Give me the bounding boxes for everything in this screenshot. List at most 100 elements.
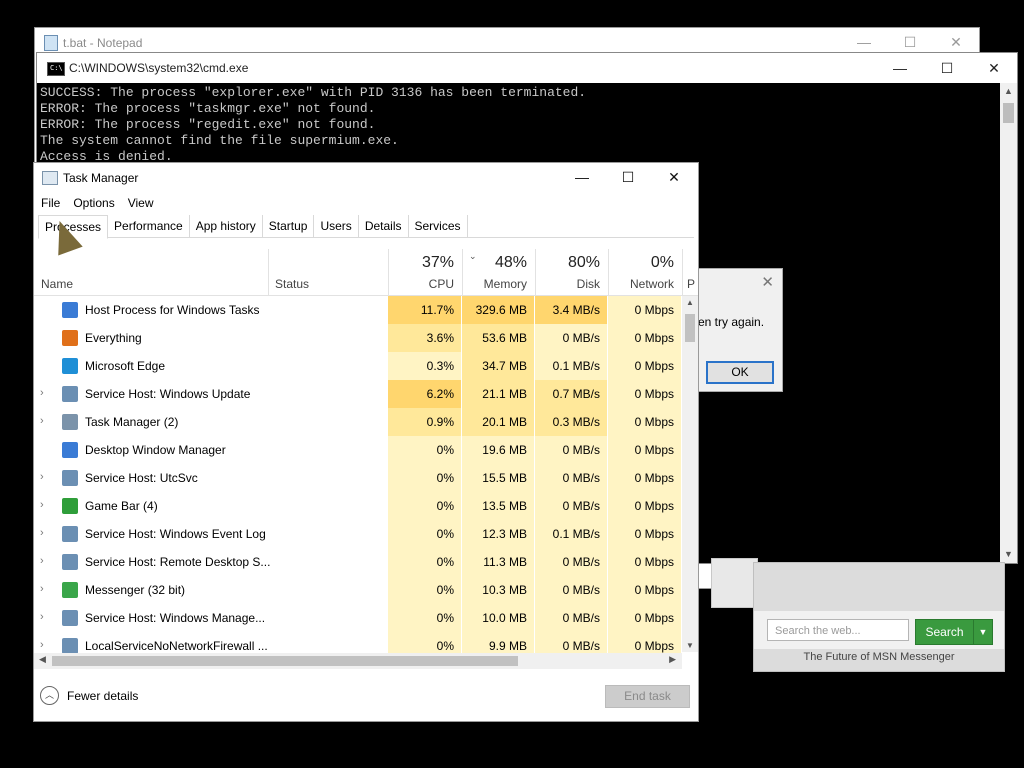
network-column-header[interactable]: 0% Network — [608, 249, 682, 295]
msn-messenger-panel[interactable]: Search the web... Search ▼ The Future of… — [753, 562, 1005, 672]
memory-value: 34.7 MB — [462, 352, 534, 380]
process-list[interactable]: Host Process for Windows Tasks 11.7% 329.6… — [34, 296, 684, 660]
expand-chevron-icon[interactable]: › — [40, 583, 44, 595]
table-row[interactable]: › Service Host: Windows Update 6.2% 21.1 MB… — [34, 380, 684, 408]
memory-value: 10.3 MB — [462, 576, 534, 604]
console-output[interactable]: SUCCESS: The process "explorer.exe" with… — [40, 85, 586, 165]
scroll-thumb[interactable] — [685, 314, 695, 342]
table-row[interactable]: › Service Host: Windows Event Log 0% 12.3 M… — [34, 520, 684, 548]
taskmanager-icon — [42, 171, 58, 185]
menu-view[interactable]: View — [121, 191, 160, 210]
process-name: Everything — [85, 331, 142, 345]
cmd-scrollbar[interactable]: ▲ ▼ — [1000, 83, 1017, 563]
memory-value: 53.6 MB — [462, 324, 534, 352]
scroll-left-arrow-icon[interactable]: ◀ — [39, 654, 46, 665]
expand-chevron-icon[interactable]: › — [40, 415, 44, 427]
expand-chevron-icon[interactable]: › — [40, 499, 44, 511]
expand-chevron-icon[interactable]: › — [40, 639, 44, 651]
table-row[interactable]: › Service Host: Remote Desktop S... 0% 11.3… — [34, 548, 684, 576]
maximize-button[interactable]: ☐ — [924, 53, 970, 83]
name-column-header[interactable]: Name — [34, 249, 268, 295]
power-column-header[interactable]: P — [682, 249, 698, 295]
expand-chevron-icon[interactable]: › — [40, 471, 44, 483]
ok-button[interactable]: OK — [706, 361, 774, 384]
minimize-button[interactable]: — — [877, 53, 923, 83]
msn-back-panel — [711, 558, 758, 608]
expand-chevron-icon[interactable]: › — [40, 555, 44, 567]
tab-app-history[interactable]: App history — [190, 215, 263, 237]
gear-icon — [62, 638, 78, 654]
menu-options[interactable]: Options — [66, 191, 120, 210]
cpu-value: 11.7% — [388, 296, 461, 324]
table-row[interactable]: Everything 3.6% 53.6 MB 0 MB/s 0 Mbps — [34, 324, 684, 352]
gear-icon — [62, 470, 78, 486]
tab-services[interactable]: Services — [409, 215, 468, 237]
memory-column-header[interactable]: ⌄ 48% Memory — [462, 249, 535, 295]
disk-value: 0 MB/s — [535, 548, 607, 576]
process-name: Service Host: Remote Desktop S... — [85, 555, 271, 569]
tm-titlebar[interactable]: Task Manager — ☐ ✕ — [34, 163, 698, 191]
tab-bar: Processes Performance App history Startu… — [38, 215, 694, 239]
maximize-button[interactable]: ☐ — [605, 163, 651, 191]
close-button[interactable]: ✕ — [651, 163, 697, 191]
process-list-scrollbar[interactable]: ▲ ▼ — [682, 296, 698, 652]
disk-value: 0 MB/s — [535, 324, 607, 352]
expand-chevron-icon[interactable]: › — [40, 387, 44, 399]
gear-icon — [62, 526, 78, 542]
scroll-thumb[interactable] — [1003, 103, 1014, 123]
expand-chevron-icon[interactable]: › — [40, 611, 44, 623]
table-row[interactable]: › Game Bar (4) 0% 13.5 MB 0 MB/s 0 Mbps — [34, 492, 684, 520]
memory-value: 12.3 MB — [462, 520, 534, 548]
menu-file[interactable]: File — [34, 191, 66, 210]
scroll-down-arrow-icon[interactable]: ▼ — [1000, 546, 1017, 563]
scroll-right-arrow-icon[interactable]: ▶ — [669, 654, 676, 665]
task-manager-window[interactable]: Task Manager — ☐ ✕ File Options View Proce… — [33, 162, 699, 722]
scroll-up-arrow-icon[interactable]: ▲ — [1000, 83, 1017, 100]
tab-startup[interactable]: Startup — [263, 215, 315, 237]
taskmanager-icon — [62, 414, 78, 430]
expand-chevron-icon[interactable]: › — [40, 527, 44, 539]
magnifier-icon — [62, 330, 78, 346]
table-row[interactable]: Microsoft Edge 0.3% 34.7 MB 0.1 MB/s 0 Mbps — [34, 352, 684, 380]
memory-value: 19.6 MB — [462, 436, 534, 464]
process-name: Microsoft Edge — [85, 359, 166, 373]
hscroll-thumb[interactable] — [52, 656, 518, 666]
status-column-header[interactable]: Status — [268, 249, 389, 295]
table-row[interactable]: Host Process for Windows Tasks 11.7% 329.6… — [34, 296, 684, 324]
tab-details[interactable]: Details — [359, 215, 409, 237]
cpu-value: 0% — [388, 464, 461, 492]
process-name: LocalServiceNoNetworkFirewall ... — [85, 639, 268, 653]
minimize-button[interactable]: — — [559, 163, 605, 191]
web-search-input[interactable]: Search the web... — [767, 619, 909, 641]
memory-value: 13.5 MB — [462, 492, 534, 520]
process-name: Service Host: UtcSvc — [85, 471, 198, 485]
close-button[interactable]: ✕ — [971, 53, 1017, 83]
table-row[interactable]: › Service Host: Windows Manage... 0% 10.0 M… — [34, 604, 684, 632]
disk-column-header[interactable]: 80% Disk — [535, 249, 608, 295]
chevron-up-icon: ︿ — [40, 686, 59, 705]
table-row[interactable]: Desktop Window Manager 0% 19.6 MB 0 MB/s 0 M… — [34, 436, 684, 464]
search-button[interactable]: Search — [915, 619, 974, 645]
horizontal-scrollbar[interactable]: ◀ ▶ — [34, 653, 682, 669]
network-value: 0 Mbps — [608, 576, 681, 604]
table-row[interactable]: › Task Manager (2) 0.9% 20.1 MB 0.3 MB/s 0 Mb… — [34, 408, 684, 436]
process-name: Game Bar (4) — [85, 499, 158, 513]
cpu-value: 0% — [388, 492, 461, 520]
table-row[interactable]: › Messenger (32 bit) 0% 10.3 MB 0 MB/s 0 Mbps — [34, 576, 684, 604]
notepad-icon — [44, 35, 58, 51]
edge-icon — [62, 358, 78, 374]
dialog-close-button[interactable]: ✕ — [761, 273, 774, 291]
cmd-titlebar[interactable]: C:\ C:\WINDOWS\system32\cmd.exe — ☐ ✕ — [37, 53, 1017, 83]
disk-value: 0 MB/s — [535, 464, 607, 492]
search-dropdown-icon[interactable]: ▼ — [973, 619, 993, 645]
disk-value: 0.3 MB/s — [535, 408, 607, 436]
gear-icon — [62, 554, 78, 570]
end-task-button[interactable]: End task — [605, 685, 690, 708]
error-dialog[interactable]: ✕ en try again. OK — [697, 268, 783, 392]
tab-performance[interactable]: Performance — [108, 215, 190, 237]
table-row[interactable]: › Service Host: UtcSvc 0% 15.5 MB 0 MB/s 0 Mb… — [34, 464, 684, 492]
tab-users[interactable]: Users — [314, 215, 359, 237]
cpu-column-header[interactable]: 37% CPU — [388, 249, 462, 295]
scroll-down-arrow-icon[interactable]: ▼ — [682, 641, 698, 650]
scroll-up-arrow-icon[interactable]: ▲ — [682, 298, 698, 307]
